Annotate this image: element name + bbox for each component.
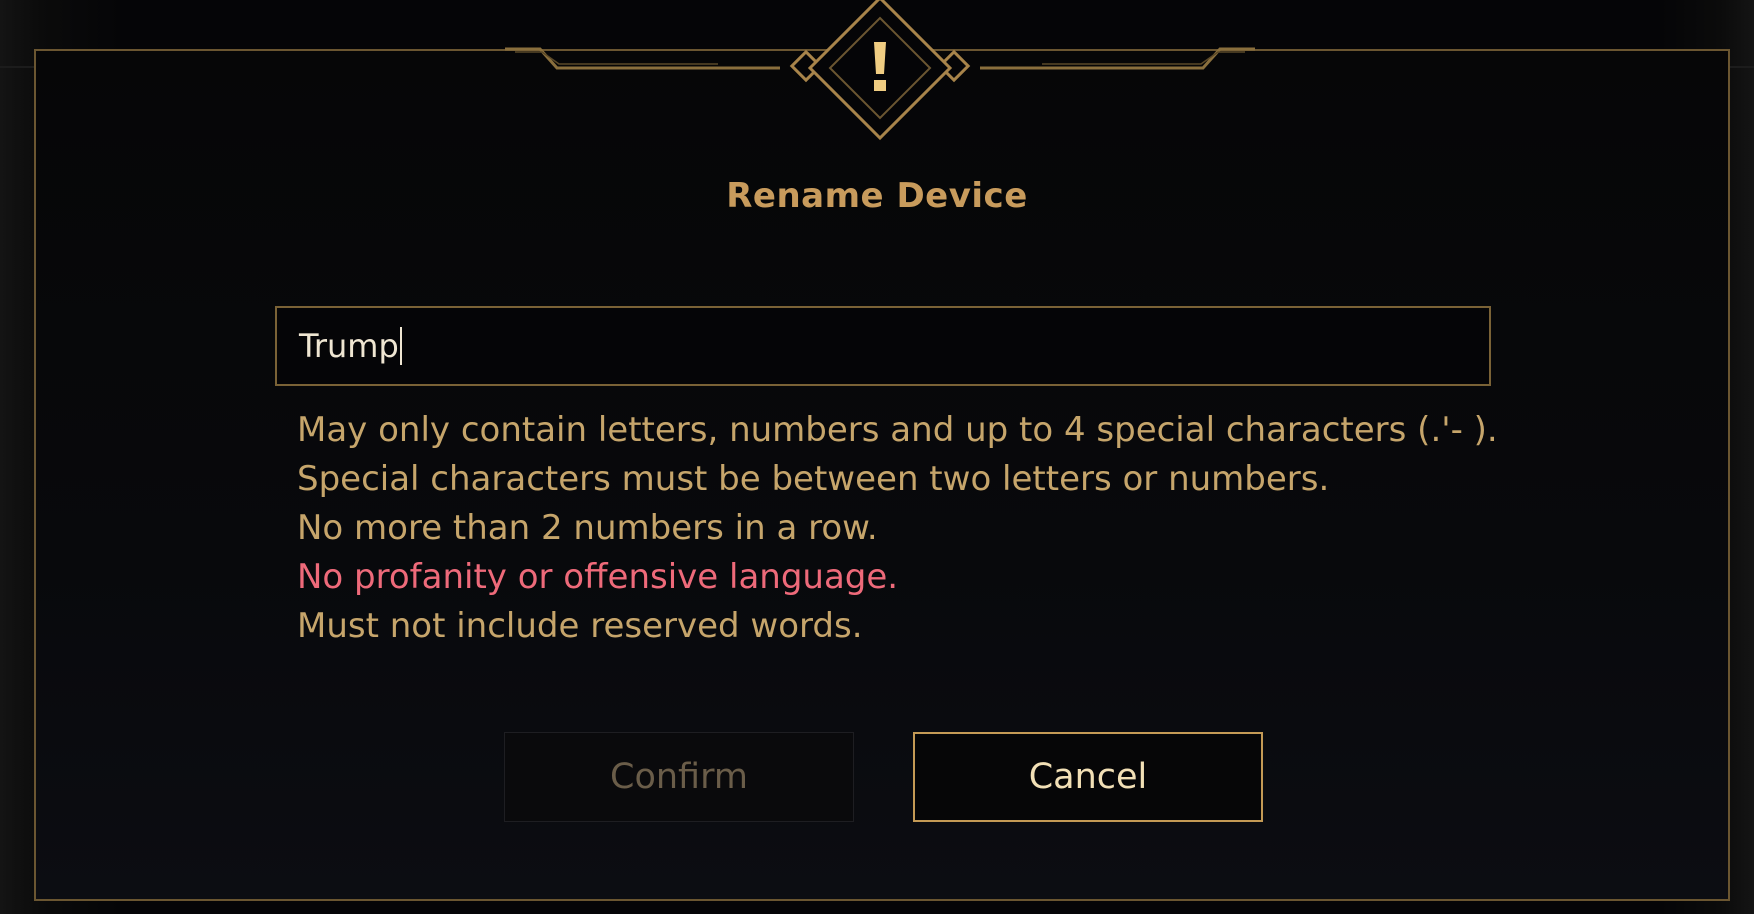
rule-consecutive-numbers: No more than 2 numbers in a row. bbox=[297, 508, 878, 548]
validation-rules-list: May only contain letters, numbers and up… bbox=[297, 406, 1547, 651]
confirm-button[interactable]: Confirm bbox=[504, 732, 854, 822]
rule-special-character-placement: Special characters must be between two l… bbox=[297, 459, 1330, 499]
device-name-value: Trump bbox=[299, 327, 399, 365]
dialog-title: Rename Device bbox=[726, 176, 1028, 216]
rule-no-profanity: No profanity or offensive language. bbox=[297, 557, 899, 597]
rule-allowed-characters: May only contain letters, numbers and up… bbox=[297, 410, 1498, 450]
rule-reserved-words: Must not include reserved words. bbox=[297, 606, 863, 646]
cancel-button[interactable]: Cancel bbox=[913, 732, 1263, 822]
text-caret bbox=[399, 327, 402, 365]
device-name-input[interactable]: Trump bbox=[275, 306, 1491, 386]
